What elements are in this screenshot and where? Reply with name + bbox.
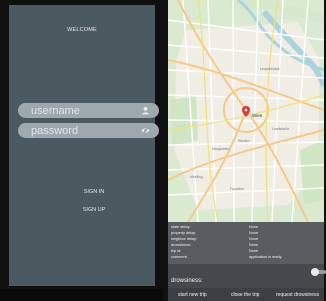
map-place-label: Margareten: [212, 147, 229, 151]
info-row-comment: comment: application is ready: [168, 254, 324, 260]
sign-up-button[interactable]: SIGN UP: [69, 203, 119, 217]
login-screen: WELCOME SIGN IN SIGN UP: [9, 5, 159, 286]
info-value: application is ready: [249, 255, 282, 259]
login-phone-frame: WELCOME SIGN IN SIGN UP: [0, 0, 163, 301]
drowsiness-label: drowsiness:: [171, 278, 203, 284]
park-area: [300, 140, 324, 204]
info-label: comment:: [171, 255, 188, 259]
map-view[interactable]: Leopoldstadt Wieden Margareten Favoriten…: [168, 0, 324, 222]
eye-off-icon[interactable]: [141, 126, 150, 135]
toggle-thumb[interactable]: [311, 268, 319, 276]
drowsiness-bar: drowsiness:: [168, 264, 324, 288]
map-place-label: Favoriten: [230, 187, 244, 191]
close-trip-button[interactable]: close the trip: [231, 288, 269, 301]
navigation-bar: [0, 289, 163, 301]
trip-info-panel: state delay: None property delay: None n…: [168, 222, 324, 264]
drowsiness-toggle[interactable]: [311, 268, 326, 276]
trip-phone-frame: Leopoldstadt Wieden Margareten Favoriten…: [163, 0, 326, 301]
password-field[interactable]: [18, 123, 159, 138]
sign-in-button[interactable]: SIGN IN: [69, 185, 119, 199]
map-place-label: Meidling: [190, 175, 203, 179]
start-new-trip-button[interactable]: start new trip: [178, 288, 218, 301]
map-canvas[interactable]: Leopoldstadt Wieden Margareten Favoriten…: [168, 0, 324, 222]
welcome-heading: WELCOME: [67, 27, 97, 33]
username-field[interactable]: [18, 103, 159, 118]
person-icon: [142, 106, 149, 115]
request-drowsiness-button[interactable]: request drowsiness: [276, 288, 324, 301]
map-city-label: Wien: [252, 113, 263, 118]
map-place-label: Landstraße: [272, 127, 289, 131]
map-place-label: Wieden: [238, 139, 250, 143]
username-input[interactable]: [31, 103, 136, 118]
action-bar: start new trip close the trip request dr…: [168, 288, 324, 301]
map-place-label: Leopoldstadt: [260, 67, 279, 71]
password-input[interactable]: [31, 123, 136, 138]
